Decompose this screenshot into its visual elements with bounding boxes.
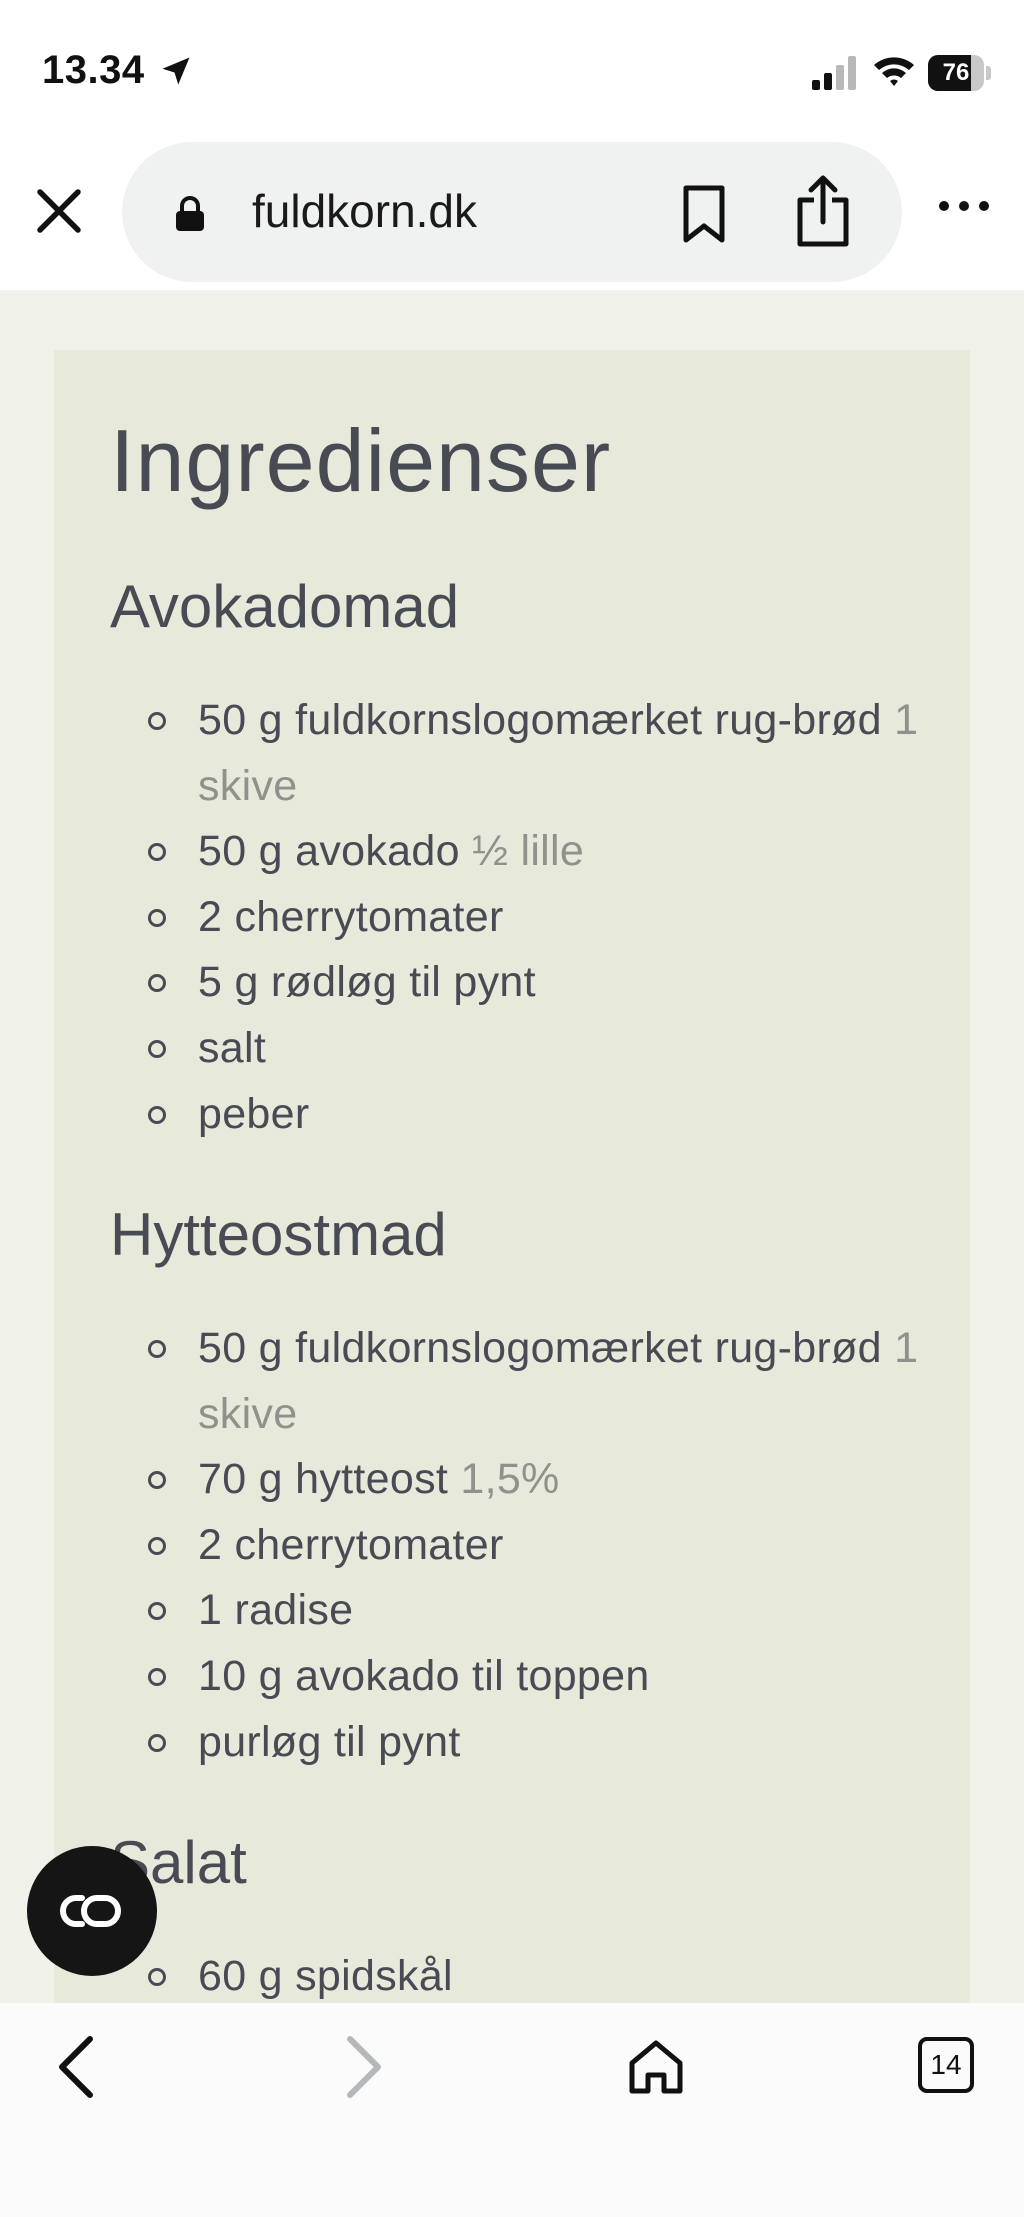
- ingredient-note: 1,5%: [460, 1455, 560, 1504]
- ingredient-text: peber: [198, 1089, 310, 1138]
- list-item: 50 g fuldkornslogomærket rug-brød 1 skiv…: [110, 688, 950, 819]
- ingredient-text: 1 radise: [198, 1586, 354, 1635]
- ingredient-note: ½ lille: [472, 827, 585, 876]
- ingredient-text: 2 cherrytomater: [198, 892, 504, 941]
- list-item: 2 cherrytomater: [110, 885, 950, 951]
- url-text[interactable]: fuldkorn.dk: [252, 184, 477, 238]
- battery-indicator: 76: [928, 55, 991, 91]
- ingredient-text: salt: [198, 1023, 267, 1072]
- address-bar[interactable]: fuldkorn.dk: [122, 142, 902, 282]
- ingredient-text: 5 g rødløg til pynt: [198, 958, 536, 1007]
- status-time: 13.34: [42, 48, 145, 92]
- list-item: 5 g rødløg til pynt: [110, 950, 950, 1016]
- chevron-left-icon[interactable]: [52, 2031, 100, 2103]
- reader-mode-icon: [60, 1895, 121, 1927]
- tabs-button[interactable]: 14: [918, 2037, 974, 2093]
- reader-mode-button[interactable]: [27, 1846, 157, 1976]
- ingredient-text: purløg til pynt: [198, 1717, 461, 1766]
- list-item: purløg til pynt: [110, 1710, 950, 1776]
- ingredient-list-salat: 60 g spidskål: [110, 1944, 950, 2003]
- ingredient-list-hytteostmad: 50 g fuldkornslogomærket rug-brød 1 skiv…: [110, 1316, 950, 1775]
- cellular-signal-icon: [812, 56, 856, 90]
- wifi-icon: [874, 57, 914, 86]
- ingredient-text: 70 g hytteost: [198, 1455, 449, 1504]
- list-item: salt: [110, 1016, 950, 1082]
- tab-count: 14: [930, 2049, 962, 2080]
- ingredient-text: 10 g avokado til toppen: [198, 1651, 650, 1700]
- list-item: 2 cherrytomater: [110, 1513, 950, 1579]
- ingredient-text: 50 g fuldkornslogomærket rug-brød: [198, 1324, 882, 1372]
- list-item: 50 g fuldkornslogomærket rug-brød 1 skiv…: [110, 1316, 950, 1447]
- bookmark-icon[interactable]: [678, 184, 730, 244]
- list-item: peber: [110, 1082, 950, 1148]
- ingredient-text: 60 g spidskål: [198, 1952, 453, 2000]
- status-bar: 13.34 76: [0, 0, 1024, 130]
- ingredient-text: 50 g avokado: [198, 827, 460, 876]
- more-icon[interactable]: [936, 196, 992, 216]
- ingredient-text: 2 cherrytomater: [198, 1520, 504, 1569]
- section-title-avokadomad: Avokadomad: [110, 573, 460, 640]
- list-item: 50 g avokado ½ lille: [110, 819, 950, 885]
- ingredients-card: Ingredienser Avokadomad 50 g fuldkornslo…: [54, 350, 970, 2003]
- browser-toolbar: fuldkorn.dk: [0, 130, 1024, 290]
- lock-icon: [176, 196, 204, 231]
- chevron-right-icon[interactable]: [340, 2031, 388, 2103]
- location-arrow-icon: [162, 57, 190, 85]
- web-page: Ingredienser Avokadomad 50 g fuldkornslo…: [0, 290, 1024, 2003]
- list-item: 70 g hytteost 1,5%: [110, 1447, 950, 1513]
- list-item: 1 radise: [110, 1578, 950, 1644]
- share-icon[interactable]: [794, 174, 852, 248]
- ingredient-text: 50 g fuldkornslogomærket rug-brød: [198, 696, 882, 744]
- close-icon[interactable]: [30, 182, 88, 240]
- section-title-hytteostmad: Hytteostmad: [110, 1201, 447, 1268]
- browser-bottom-bar: 14: [0, 2003, 1024, 2217]
- list-item: 10 g avokado til toppen: [110, 1644, 950, 1710]
- page-title: Ingredienser: [110, 411, 612, 510]
- ingredient-list-avokadomad: 50 g fuldkornslogomærket rug-brød 1 skiv…: [110, 688, 950, 1147]
- battery-percent: 76: [942, 59, 970, 86]
- home-icon[interactable]: [626, 2037, 686, 2097]
- list-item: 60 g spidskål: [110, 1944, 950, 2003]
